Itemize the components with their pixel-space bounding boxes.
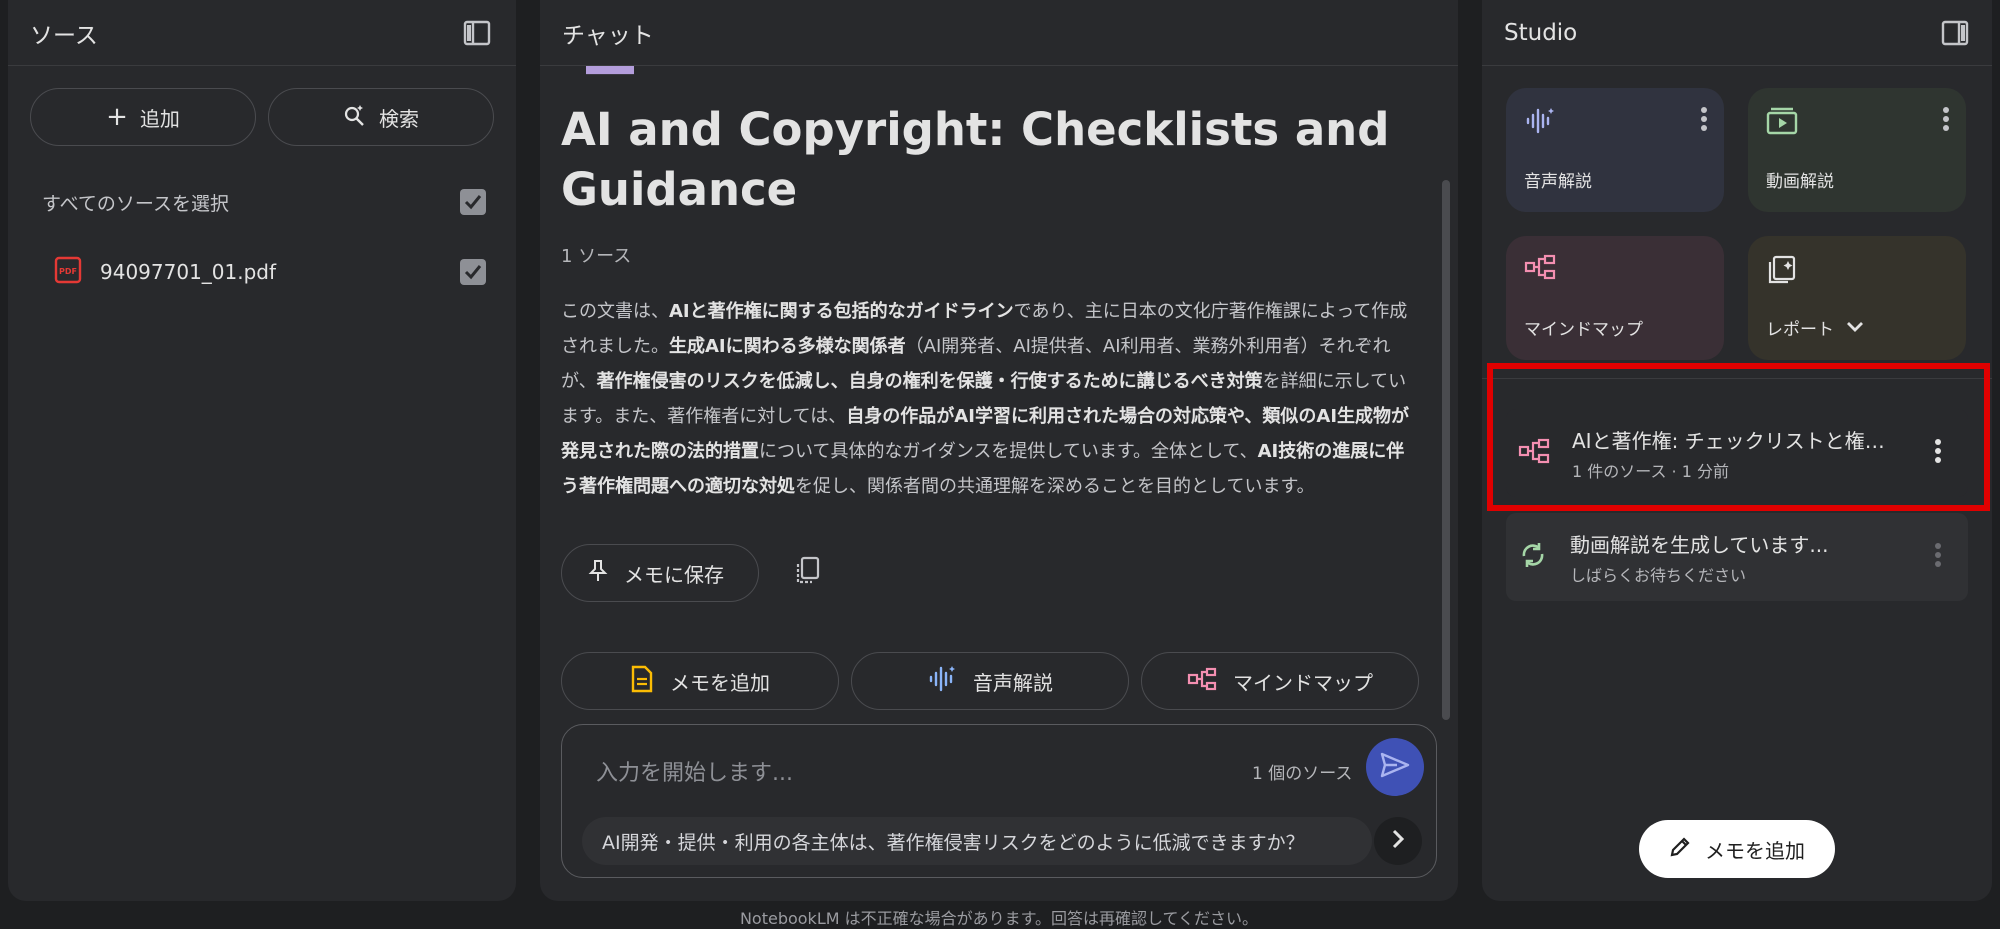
more-vert-icon[interactable] — [1942, 106, 1950, 136]
search-source-label: 検索 — [379, 106, 419, 131]
report-tile-label: レポート — [1766, 315, 1864, 340]
copy-icon[interactable] — [793, 556, 821, 590]
more-vert-icon[interactable] — [1700, 106, 1708, 136]
sources-header: ソース — [8, 0, 516, 66]
next-suggestion-button[interactable] — [1374, 817, 1422, 865]
mindmap-icon — [1187, 667, 1217, 696]
chevron-right-icon — [1390, 828, 1406, 854]
source-checkbox[interactable] — [460, 259, 486, 285]
studio-divider — [1482, 378, 1992, 379]
studio-header: Studio — [1482, 0, 1992, 66]
chat-panel: チャット AI and Copyright: Checklists and Gu… — [540, 0, 1458, 901]
sync-icon — [1518, 540, 1548, 574]
pdf-icon: PDF — [54, 256, 82, 288]
add-note-button[interactable]: メモを追加 — [1639, 820, 1835, 878]
note-doc-icon — [630, 665, 654, 698]
audio-overview-tile[interactable]: 音声解説 — [1506, 88, 1724, 212]
plus-icon: + — [106, 102, 128, 132]
add-note-label: メモを追加 — [1705, 838, 1805, 863]
audio-wave-icon — [927, 664, 957, 699]
pencil-icon — [1669, 836, 1691, 863]
note-title: 動画解説を生成しています... — [1570, 532, 1829, 557]
chat-title: チャット — [562, 22, 654, 49]
audio-overview-tile-label: 音声解説 — [1524, 172, 1592, 192]
note-subtitle: しばらくお待ちください — [1570, 565, 1747, 585]
chat-scrollbar[interactable] — [1442, 180, 1450, 720]
collapse-studio-icon[interactable] — [1938, 16, 1972, 50]
chat-input[interactable]: 入力を開始します... — [596, 755, 793, 787]
add-note-action-label: メモを追加 — [670, 670, 770, 695]
video-generating-note-item[interactable]: 動画解説を生成しています... しばらくお待ちください — [1506, 513, 1968, 601]
chat-composer: 入力を開始します... 1 個のソース AI開発・提供・利用の各主体は、著作権侵… — [561, 724, 1437, 878]
disclaimer-note: NotebookLM は不正確な場合があります。回答は再確認してください。 — [739, 909, 1259, 928]
select-all-checkbox[interactable] — [460, 189, 486, 215]
more-vert-icon[interactable] — [1934, 542, 1942, 572]
document-title: AI and Copyright: Checklists and Guidanc… — [561, 103, 1390, 216]
mindmap-tile-label: マインドマップ — [1524, 320, 1643, 340]
sources-panel: ソース + 追加 検索 すべてのソースを選択 PDF 94097701_01.p… — [8, 0, 516, 901]
mindmap-icon — [1518, 438, 1550, 468]
audio-overview-action-label: 音声解説 — [973, 670, 1053, 695]
pin-icon — [588, 559, 608, 588]
video-overview-tile[interactable]: 動画解説 — [1748, 88, 1966, 212]
mindmap-tile[interactable]: マインドマップ — [1506, 236, 1724, 360]
mindmap-note-item[interactable]: AIと著作権: チェックリストと権利保護... 1 件のソース · 1 分前 — [1506, 409, 1968, 497]
send-button[interactable] — [1366, 738, 1424, 796]
document-summary: この文書は、AIと著作権に関する包括的なガイドラインであり、主に日本の文化庁著作… — [561, 301, 1410, 497]
chat-header: チャット — [540, 0, 1458, 66]
save-to-note-label: メモに保存 — [624, 562, 724, 587]
document-source-count: 1 ソース — [561, 246, 632, 267]
search-source-button[interactable]: 検索 — [268, 88, 494, 146]
studio-title: Studio — [1504, 19, 1578, 46]
audio-wave-icon — [1524, 108, 1556, 140]
add-source-button[interactable]: + 追加 — [30, 88, 256, 146]
chevron-down-icon[interactable] — [1846, 318, 1864, 338]
add-source-label: 追加 — [139, 106, 180, 131]
video-play-icon — [1766, 107, 1798, 140]
sources-title: ソース — [30, 22, 98, 49]
video-overview-tile-label: 動画解説 — [1766, 172, 1834, 192]
suggested-question-chip[interactable]: AI開発・提供・利用の各主体は、著作権侵害リスクをどのように低減できますか？ — [582, 817, 1372, 865]
source-file-name: 94097701_01.pdf — [100, 260, 277, 284]
report-icon — [1766, 255, 1798, 290]
audio-overview-action-button[interactable]: 音声解説 — [851, 652, 1129, 710]
save-to-note-button[interactable]: メモに保存 — [561, 544, 759, 602]
mindmap-action-label: マインドマップ — [1233, 670, 1373, 695]
note-title: AIと著作権: チェックリストと権利保護... — [1572, 428, 1892, 453]
collapse-panel-icon[interactable] — [460, 16, 494, 50]
select-all-row[interactable]: すべてのソースを選択 — [8, 186, 516, 218]
search-sparkle-icon — [343, 103, 367, 132]
send-icon — [1380, 752, 1410, 782]
add-note-action-button[interactable]: メモを追加 — [561, 652, 839, 710]
source-item[interactable]: PDF 94097701_01.pdf — [8, 256, 516, 288]
more-vert-icon[interactable] — [1934, 438, 1942, 468]
mindmap-icon — [1524, 254, 1556, 284]
studio-panel: Studio 音声解説 動画解説 マインドマップ レポート AIと著作権: チェ… — [1482, 0, 1992, 901]
svg-text:PDF: PDF — [59, 267, 77, 276]
mindmap-action-button[interactable]: マインドマップ — [1141, 652, 1419, 710]
report-tile[interactable]: レポート — [1748, 236, 1966, 360]
note-subtitle: 1 件のソース · 1 分前 — [1572, 461, 1729, 481]
select-all-label: すべてのソースを選択 — [42, 192, 229, 215]
composer-source-count: 1 個のソース — [1252, 764, 1353, 784]
